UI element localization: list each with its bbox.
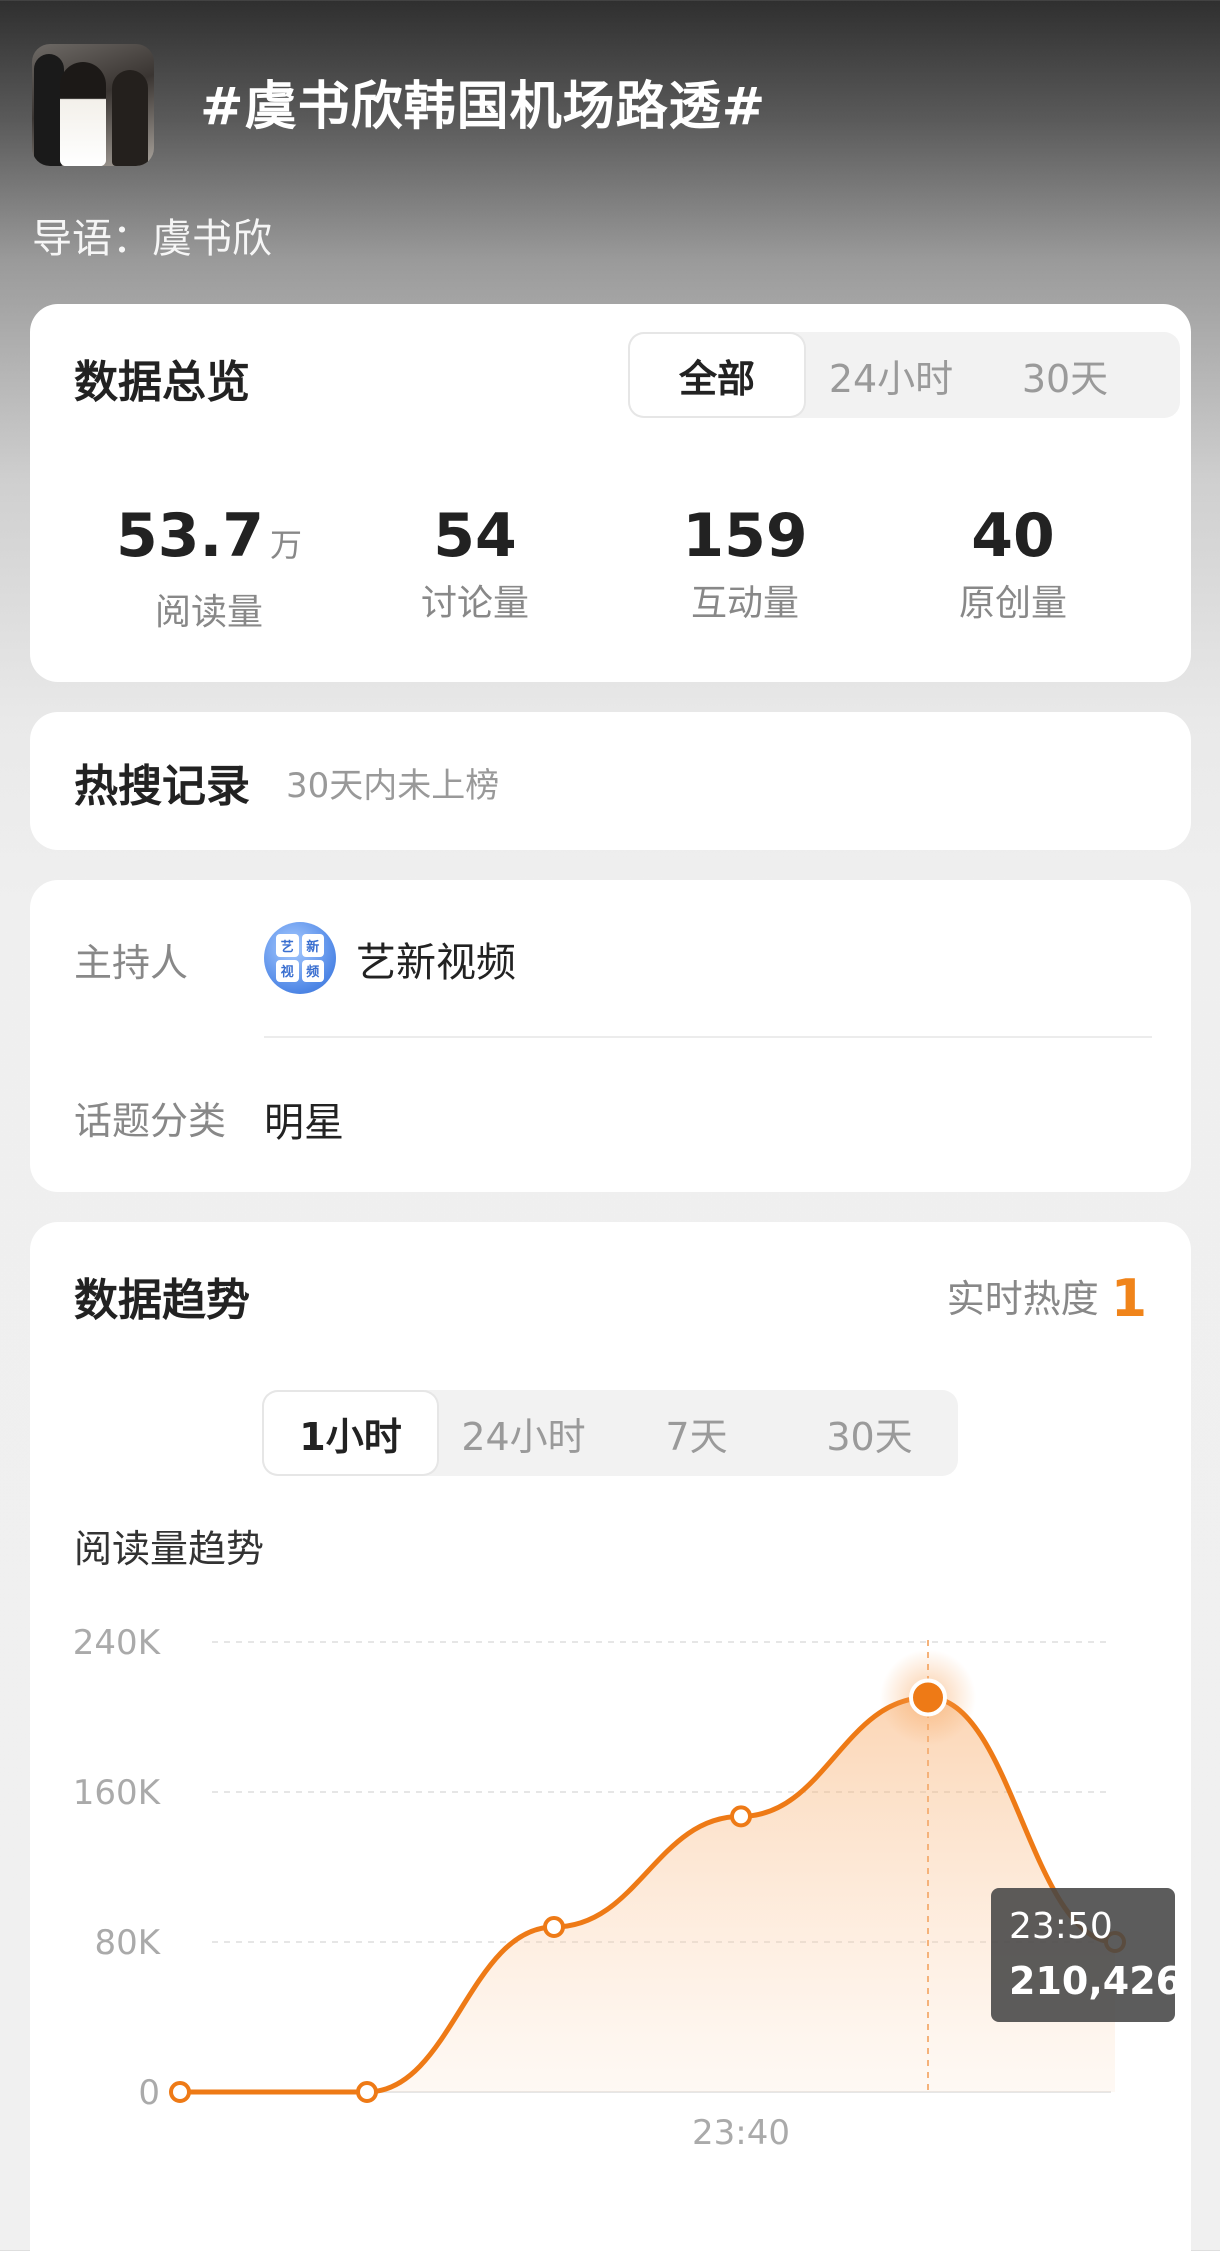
stat-discussions: 54 讨论量 (360, 500, 590, 626)
stat-reads-label: 阅读量 (154, 592, 263, 633)
divider (264, 1036, 1152, 1038)
data-point (543, 1916, 565, 1938)
realtime-heat: 实时热度 1 (947, 1268, 1147, 1329)
stat-discussions-label: 讨论量 (420, 583, 529, 624)
stat-originals: 40 原创量 (898, 500, 1128, 626)
host-avatar[interactable]: 艺 新 视 频 (264, 922, 336, 994)
category-value: 明星 (264, 1100, 344, 1146)
tab-30d[interactable]: 30天 (783, 1392, 956, 1474)
stat-discussions-value: 54 (433, 501, 517, 571)
data-point-highlight (909, 1678, 947, 1717)
stat-originals-value: 40 (971, 501, 1055, 571)
tooltip-time: 23:50 (1009, 1906, 1113, 1947)
hot-search-note: 30天内未上榜 (286, 766, 500, 806)
hot-search-card[interactable]: 热搜记录 30天内未上榜 (30, 712, 1191, 850)
tab-7d[interactable]: 7天 (610, 1392, 783, 1474)
trend-range-tabs: 1小时 24小时 7天 30天 (262, 1390, 958, 1476)
y-tick-label: 80K (94, 1923, 161, 1963)
y-tick-label: 240K (73, 1623, 162, 1663)
host-label: 主持人 (74, 941, 189, 985)
stat-originals-label: 原创量 (958, 583, 1067, 624)
host-badge-char: 频 (301, 959, 324, 982)
series-area (180, 1697, 1115, 2092)
topic-cover-image[interactable] (32, 44, 154, 166)
overview-range-tabs: 全部 24小时 30天 (628, 332, 1180, 418)
topic-info-card: 主持人 艺 新 视 频 艺新视频 话题分类 明星 (30, 880, 1191, 1192)
y-tick-label: 160K (73, 1773, 162, 1813)
stat-interactions: 159 互动量 (630, 500, 860, 626)
stat-reads-value: 53.7 (115, 501, 265, 571)
read-trend-chart[interactable]: 0 80K 160K 240K 23:40 23:50 210,426 (30, 1602, 1191, 2202)
tab-30d[interactable]: 30天 (978, 334, 1152, 416)
stat-interactions-value: 159 (682, 501, 808, 571)
data-point (169, 2081, 191, 2103)
host-name-link[interactable]: 艺新视频 (356, 930, 516, 988)
x-tick-label: 23:40 (692, 2113, 790, 2153)
host-badge-char: 艺 (276, 934, 299, 957)
stat-reads: 53.7 万 阅读量 (94, 500, 324, 635)
trend-card: 数据趋势 实时热度 1 1小时 24小时 7天 30天 阅读量趋势 0 80K 160… (30, 1222, 1191, 2251)
tab-1h[interactable]: 1小时 (264, 1392, 437, 1474)
tab-all[interactable]: 全部 (630, 334, 804, 416)
stat-reads-unit: 万 (270, 526, 303, 564)
overview-title: 数据总览 (74, 357, 250, 408)
tab-24h[interactable]: 24小时 (804, 334, 978, 416)
chart-subtitle: 阅读量趋势 (74, 1527, 265, 1571)
y-tick-label: 0 (138, 2073, 160, 2113)
data-point (356, 2081, 378, 2103)
heat-label: 实时热度 (946, 1277, 1099, 1321)
topic-title: #虞书欣韩国机场路透# (200, 77, 767, 137)
topic-header: #虞书欣韩国机场路透# (32, 44, 1192, 174)
data-point (730, 1805, 752, 1828)
hot-search-title: 热搜记录 (74, 761, 250, 812)
trend-title: 数据趋势 (74, 1275, 250, 1326)
topic-lead: 导语：虞书欣 (32, 216, 272, 262)
tooltip-value: 210,426 (1009, 1959, 1182, 2003)
tab-24h[interactable]: 24小时 (437, 1392, 610, 1474)
host-badge-char: 新 (301, 934, 324, 957)
category-label: 话题分类 (74, 1099, 227, 1143)
stat-interactions-label: 互动量 (690, 583, 799, 624)
host-badge-char: 视 (276, 959, 299, 982)
overview-card: 数据总览 全部 24小时 30天 53.7 万 阅读量 54 讨论量 159 互动… (30, 304, 1191, 682)
heat-value: 1 (1110, 1269, 1147, 1329)
